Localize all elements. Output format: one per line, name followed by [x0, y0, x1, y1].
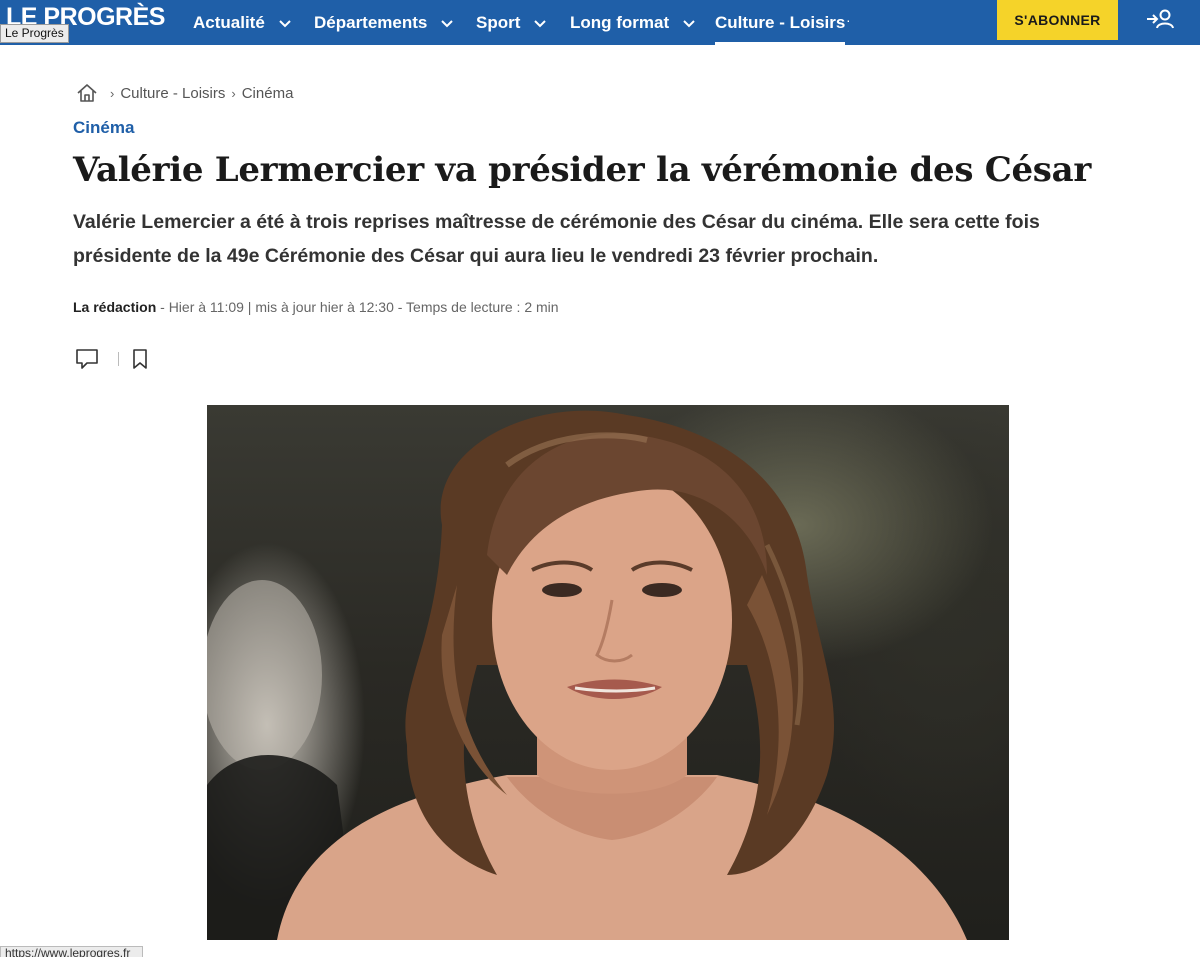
nav-item-actualite[interactable]: Actualité: [193, 0, 293, 45]
actions-divider: [118, 352, 119, 366]
nav-item-long-format[interactable]: Long format: [570, 0, 697, 45]
chevron-down-icon: [534, 19, 547, 27]
nav-item-label: Sport: [476, 12, 521, 32]
bookmark-icon[interactable]: [132, 349, 148, 369]
article-author[interactable]: La rédaction: [73, 299, 156, 315]
breadcrumb: › Culture - Loisirs › Cinéma: [76, 82, 293, 104]
breadcrumb-item-culture-loisirs[interactable]: Culture - Loisirs: [120, 85, 225, 102]
home-icon[interactable]: [76, 83, 98, 103]
browser-status-url: https://www.leprogres.fr: [0, 946, 143, 957]
nav-item-sport[interactable]: Sport: [476, 0, 548, 45]
breadcrumb-item-cinema[interactable]: Cinéma: [242, 85, 294, 102]
article-photo[interactable]: [207, 405, 1009, 940]
breadcrumb-separator: ›: [110, 85, 115, 101]
nav-more-indicator: ·: [846, 12, 851, 28]
logo-tooltip: Le Progrès: [0, 24, 69, 43]
article-headline: Valérie Lermercier va présider la vérémo…: [73, 150, 1091, 190]
portrait-illustration: [207, 410, 967, 940]
article-lede: Valérie Lemercier a été à trois reprises…: [73, 211, 1040, 267]
article-byline: La rédaction - Hier à 11:09 | mis à jour…: [73, 299, 559, 315]
login-icon[interactable]: [1146, 8, 1174, 30]
article-byline-meta: - Hier à 11:09 | mis à jour hier à 12:30…: [156, 299, 559, 315]
nav-item-label: Actualité: [193, 12, 265, 32]
nav-item-departements[interactable]: Départements: [314, 0, 455, 45]
article-actions: [75, 347, 148, 371]
nav-item-label: Long format: [570, 12, 670, 32]
article-section-label[interactable]: Cinéma: [73, 118, 134, 138]
comment-icon[interactable]: [75, 348, 99, 370]
nav-item-culture-loisirs[interactable]: Culture - Loisirs: [715, 0, 846, 45]
chevron-down-icon: [683, 19, 695, 27]
chevron-down-icon: [279, 19, 291, 27]
top-navigation-bar: LE PROGRÈS Le Progrès Actualité Départem…: [0, 0, 1200, 45]
subscribe-button[interactable]: S'ABONNER: [997, 0, 1118, 40]
nav-item-label: Départements: [314, 12, 428, 32]
breadcrumb-separator: ›: [231, 85, 236, 101]
chevron-down-icon: [441, 19, 454, 27]
nav-item-label: Culture - Loisirs: [715, 12, 846, 32]
